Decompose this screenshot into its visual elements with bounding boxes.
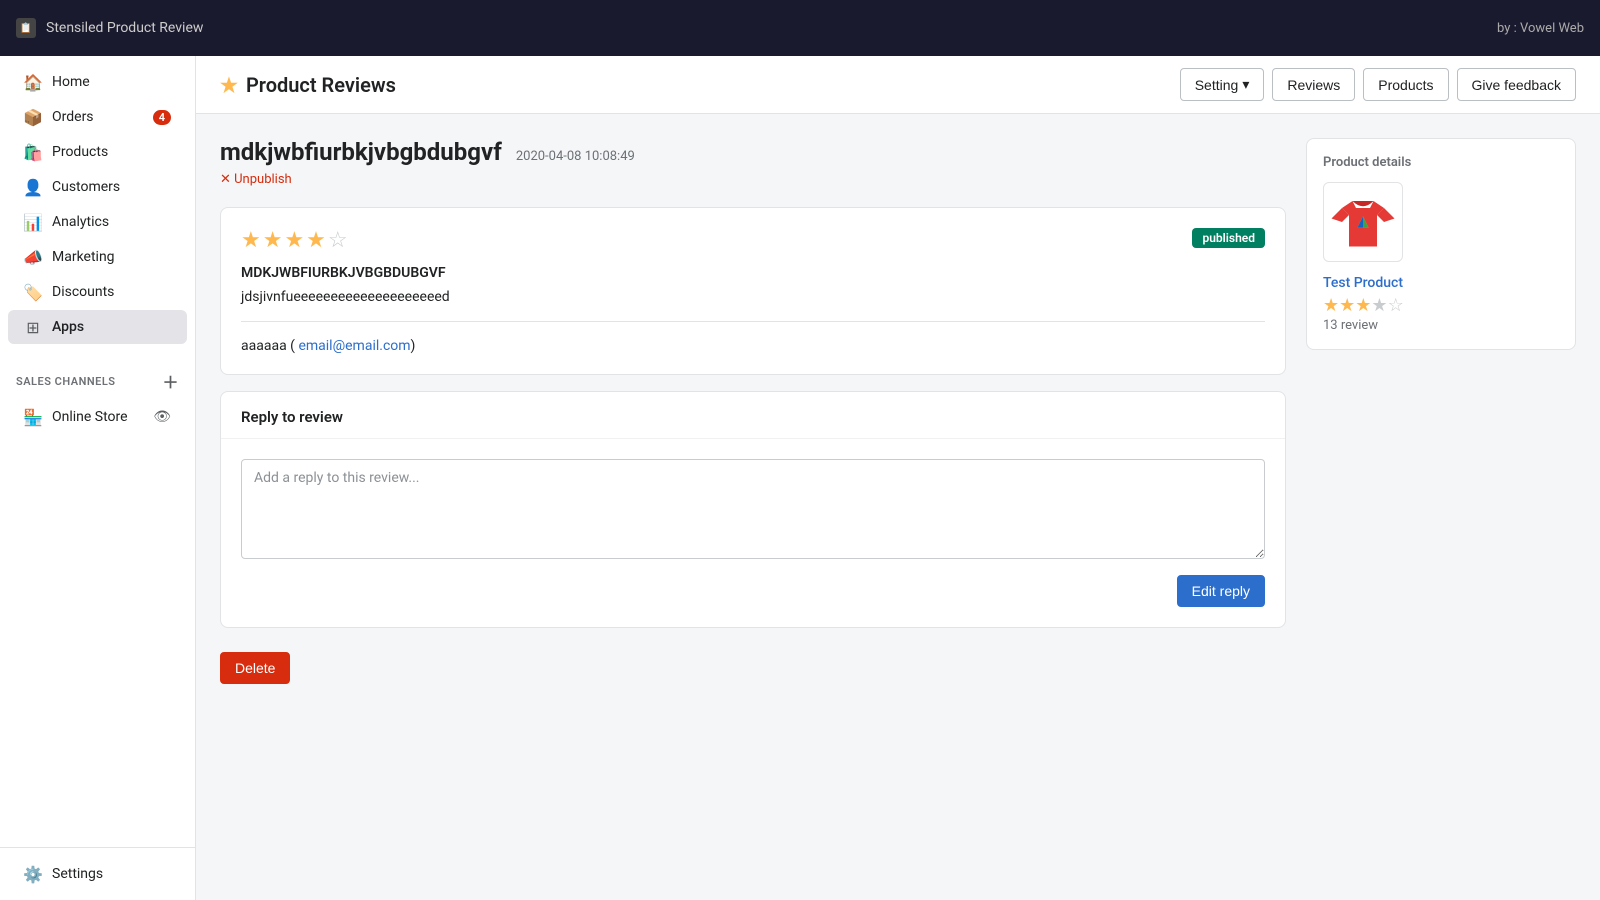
sales-channels-label: SALES CHANNELS [16, 375, 116, 388]
sidebar-item-customers[interactable]: 👤 Customers [8, 170, 187, 204]
sidebar-item-discounts[interactable]: 🏷️ Discounts [8, 275, 187, 309]
reviewer-text: jdsjivnfueeeeeeeeeeeeeeeeeeeed [241, 289, 1265, 305]
sidebar-item-home[interactable]: 🏠 Home [8, 65, 187, 99]
page-header: ★ Product Reviews Setting ▾ Reviews Prod… [196, 56, 1600, 114]
product-name-link[interactable]: Test Product [1323, 275, 1403, 291]
sidebar-item-analytics[interactable]: 📊 Analytics [8, 205, 187, 239]
review-card: ★★★★☆ published MDKJWBFIURBKJVBGBDUBGVF … [220, 207, 1286, 375]
review-name: mdkjwbfiurbkjvbgbdubgvf [220, 138, 502, 166]
review-title-area: mdkjwbfiurbkjvbgbdubgvf 2020-04-08 10:08… [220, 138, 1286, 187]
sidebar-item-settings[interactable]: ⚙️ Settings [8, 857, 187, 891]
page-header-actions: Setting ▾ Reviews Products Give feedback [1180, 68, 1576, 101]
product-column: Product details [1306, 138, 1576, 350]
published-badge: published [1192, 228, 1265, 248]
topbar-by-label: by : Vowel Web [1497, 21, 1584, 36]
dropdown-arrow-icon: ▾ [1242, 76, 1249, 93]
settings-icon: ⚙️ [24, 865, 42, 883]
product-image [1328, 187, 1398, 257]
product-card-title: Product details [1323, 155, 1559, 170]
sidebar: 🏠 Home 📦 Orders 4 🛍️ Products 👤 Customer… [0, 56, 196, 900]
online-store-icon: 🏪 [24, 408, 42, 426]
products-header-button[interactable]: Products [1363, 68, 1448, 101]
reviews-button[interactable]: Reviews [1272, 68, 1355, 101]
app-icon: 📋 [16, 18, 36, 38]
sidebar-item-label-customers: Customers [52, 179, 120, 195]
sidebar-item-label-analytics: Analytics [52, 214, 109, 230]
setting-button[interactable]: Setting ▾ [1180, 68, 1265, 101]
reply-card-body: Edit reply [221, 439, 1285, 627]
give-feedback-button[interactable]: Give feedback [1457, 68, 1577, 101]
edit-reply-button[interactable]: Edit reply [1177, 575, 1265, 607]
review-card-top: ★★★★☆ published [241, 228, 1265, 253]
reviewer-prefix: aaaaaa ( [241, 338, 298, 354]
sales-channels-section: SALES CHANNELS ＋ [0, 353, 195, 399]
sidebar-item-label-products: Products [52, 144, 108, 160]
reply-textarea[interactable] [241, 459, 1265, 559]
analytics-icon: 📊 [24, 213, 42, 231]
online-store-visibility-icon[interactable]: 👁 [153, 409, 171, 425]
page-title-text: Product Reviews [246, 73, 396, 97]
sidebar-item-products[interactable]: 🛍️ Products [8, 135, 187, 169]
title-star-icon: ★ [220, 73, 238, 97]
product-image-wrapper [1323, 182, 1403, 262]
reviewer-suffix: ) [411, 338, 416, 354]
sidebar-item-apps[interactable]: ⊞ Apps [8, 310, 187, 344]
delete-button[interactable]: Delete [220, 652, 290, 684]
sidebar-item-orders[interactable]: 📦 Orders 4 [8, 100, 187, 134]
page-title: ★ Product Reviews [220, 73, 396, 97]
product-stars: ★★★★☆ [1323, 295, 1559, 316]
product-card: Product details [1306, 138, 1576, 350]
main: ★ Product Reviews Setting ▾ Reviews Prod… [196, 56, 1600, 900]
sidebar-item-label-apps: Apps [52, 319, 84, 335]
review-stars: ★★★★☆ [241, 228, 350, 253]
reviewer-email-section: aaaaaa ( email@email.com) [241, 321, 1265, 354]
customers-icon: 👤 [24, 178, 42, 196]
reply-card-title: Reply to review [221, 392, 1285, 439]
apps-icon: ⊞ [24, 318, 42, 336]
review-card-body: ★★★★☆ published MDKJWBFIURBKJVBGBDUBGVF … [221, 208, 1285, 374]
topbar-app-name: Stensiled Product Review [46, 20, 203, 36]
reply-actions: Edit reply [241, 575, 1265, 607]
reviewer-name: MDKJWBFIURBKJVBGBDUBGVF [241, 265, 1265, 281]
unpublish-link[interactable]: ✕ Unpublish [220, 172, 1286, 187]
marketing-icon: 📣 [24, 248, 42, 266]
sidebar-item-label-home: Home [52, 74, 90, 90]
sidebar-bottom: ⚙️ Settings [0, 847, 195, 900]
sidebar-item-label-online-store: Online Store [52, 409, 128, 425]
orders-badge: 4 [153, 110, 171, 125]
reply-card: Reply to review Edit reply [220, 391, 1286, 628]
sidebar-item-online-store[interactable]: 🏪 Online Store 👁 [8, 400, 187, 434]
add-channel-icon[interactable]: ＋ [162, 369, 179, 393]
review-date: 2020-04-08 10:08:49 [516, 149, 635, 164]
sidebar-nav: 🏠 Home 📦 Orders 4 🛍️ Products 👤 Customer… [0, 56, 195, 353]
review-heading: mdkjwbfiurbkjvbgbdubgvf 2020-04-08 10:08… [220, 138, 1286, 166]
sidebar-item-label-orders: Orders [52, 109, 94, 125]
sidebar-item-label-discounts: Discounts [52, 284, 114, 300]
orders-icon: 📦 [24, 108, 42, 126]
sidebar-item-label-settings: Settings [52, 866, 103, 882]
delete-area: Delete [220, 652, 1286, 684]
page-content: mdkjwbfiurbkjvbgbdubgvf 2020-04-08 10:08… [196, 114, 1600, 900]
sidebar-item-marketing[interactable]: 📣 Marketing [8, 240, 187, 274]
product-review-count: 13 review [1323, 318, 1559, 333]
home-icon: 🏠 [24, 73, 42, 91]
reviewer-email-link[interactable]: email@email.com [298, 338, 410, 354]
sidebar-item-label-marketing: Marketing [52, 249, 115, 265]
main-column: mdkjwbfiurbkjvbgbdubgvf 2020-04-08 10:08… [220, 138, 1286, 684]
products-icon: 🛍️ [24, 143, 42, 161]
discounts-icon: 🏷️ [24, 283, 42, 301]
topbar: 📋 Stensiled Product Review by : Vowel We… [0, 0, 1600, 56]
